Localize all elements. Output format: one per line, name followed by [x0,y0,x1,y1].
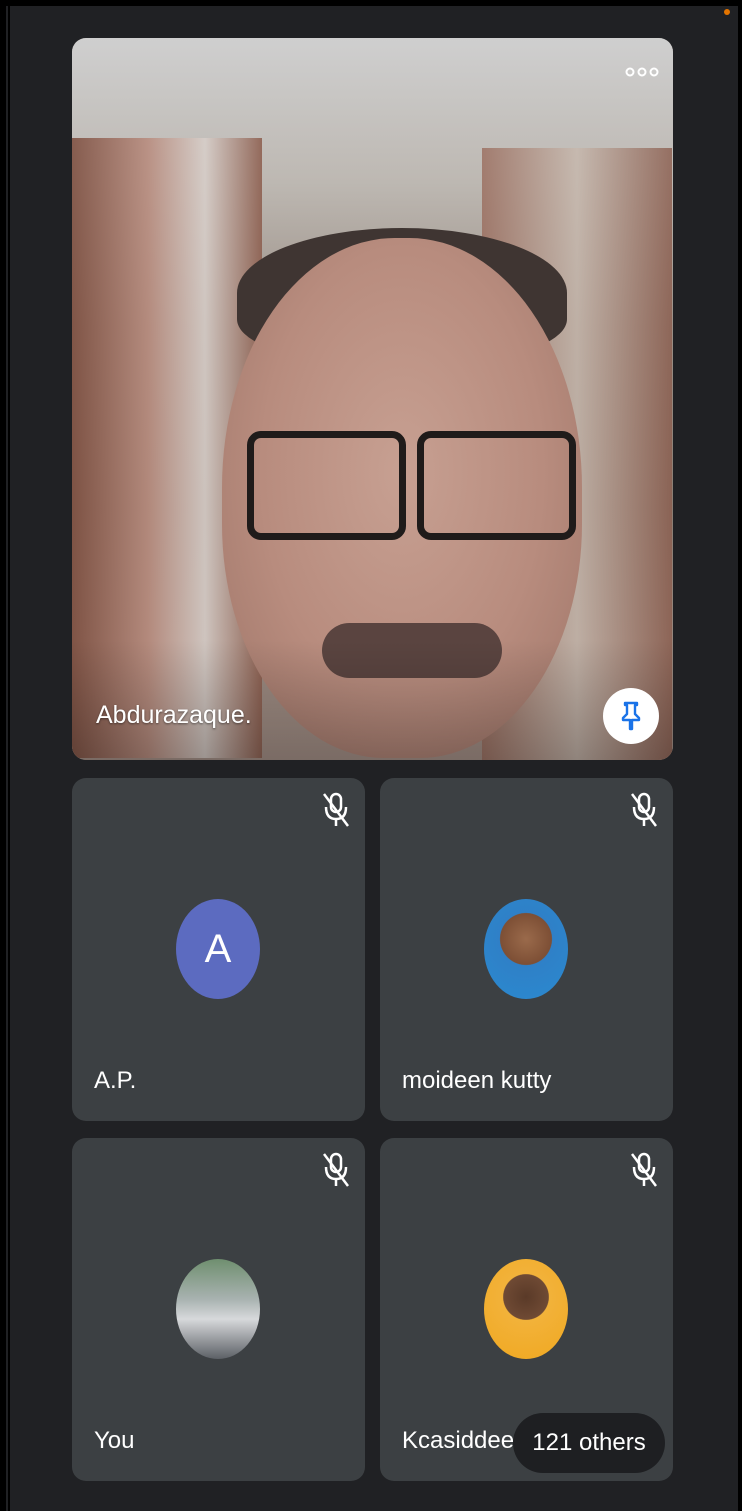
video-glasses-right [417,431,576,540]
pin-icon [621,701,641,731]
main-participant-name: Abdurazaque. [96,701,252,729]
more-horizontal-icon [625,67,659,77]
more-options-button[interactable] [625,60,659,80]
avatar: A [176,899,260,999]
video-glasses-left [247,431,406,540]
participant-name: Kcasiddee [402,1427,515,1454]
mic-off-icon [631,1152,657,1187]
participant-name: You [94,1427,135,1454]
left-frame-line [8,0,10,1511]
video-shade [72,640,673,760]
others-count-button[interactable]: 121 others [513,1413,665,1473]
main-participant-tile[interactable]: Abdurazaque. [72,38,673,760]
recording-indicator-dot [724,9,730,15]
participant-name: moideen kutty [402,1067,552,1094]
mic-off-icon [631,792,657,827]
right-frame [738,0,742,1511]
avatar [484,1259,568,1359]
top-frame [0,0,742,6]
mic-off-icon [323,792,349,827]
left-frame [0,0,6,1511]
avatar [484,899,568,999]
mic-off-icon [323,1152,349,1187]
pin-button[interactable] [603,688,659,744]
participant-tile-ap[interactable]: A A.P. [72,778,365,1121]
participant-tile-moideen-kutty[interactable]: moideen kutty [380,778,673,1121]
avatar [176,1259,260,1359]
participant-name: A.P. [94,1067,137,1094]
participant-tile-you[interactable]: You [72,1138,365,1481]
